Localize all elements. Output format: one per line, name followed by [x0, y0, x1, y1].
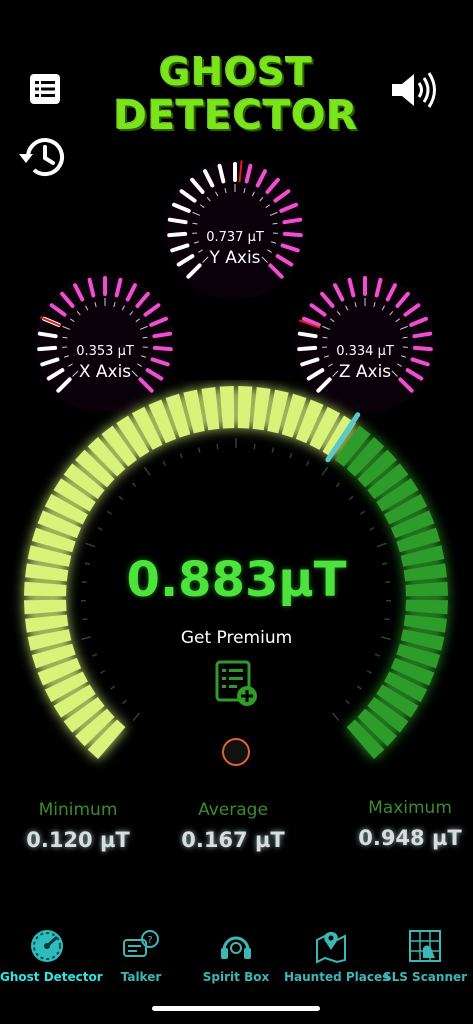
chat-question-icon: ?: [123, 930, 159, 957]
gauge-minor-tick: [162, 460, 167, 466]
z-axis-label: Z Axis: [338, 362, 392, 382]
gauge-minor-tick: [356, 685, 362, 690]
nav-label: SLS Scanner: [382, 970, 468, 984]
nav-ghost-detector[interactable]: Ghost Detector: [0, 924, 103, 984]
y-axis-label: Y Axis: [209, 248, 261, 268]
maximum-value: 0.948 µT: [358, 826, 462, 850]
minimum-value: 0.120 µT: [26, 828, 130, 852]
gauge-tick: [37, 331, 58, 339]
nav-talker[interactable]: ? Talker: [94, 924, 188, 984]
history-icon[interactable]: [14, 132, 70, 182]
app-title: GHOST DETECTOR: [96, 50, 376, 138]
gauge-minor-tick: [366, 670, 372, 674]
gauge-tick: [282, 217, 303, 225]
average-stat: Average 0.167 µT: [163, 800, 303, 852]
nav-label: Ghost Detector: [0, 970, 103, 984]
app-title-line2: DETECTOR: [113, 93, 359, 139]
gauge-minor-tick: [384, 618, 390, 621]
maximum-stat: Maximum 0.948 µT: [340, 798, 473, 850]
gauge-icon: [31, 930, 63, 962]
gauge-tick: [167, 217, 188, 225]
gauge-minor-tick: [376, 542, 387, 548]
grid-scan-icon: [409, 930, 441, 962]
menu-list-icon[interactable]: [30, 74, 60, 104]
maximum-label: Maximum: [368, 798, 452, 818]
gauge-minor-tick: [374, 653, 380, 657]
y-axis-gauge: 0.737 µT Y Axis: [160, 148, 310, 300]
bottom-nav: Ghost Detector ? Talker Spirit Box Haunt…: [0, 924, 473, 994]
emf-reading: 0.883µT: [126, 552, 347, 608]
home-indicator: [152, 1006, 320, 1011]
gauge-segment: [219, 386, 235, 429]
x-axis-label: X Axis: [78, 362, 132, 382]
nav-label: Haunted Places: [284, 970, 390, 984]
y-axis-value: 0.737 µT: [206, 230, 264, 245]
gauge-minor-tick: [107, 510, 113, 515]
gauge-minor-tick: [321, 466, 329, 476]
gauge-minor-tick: [179, 453, 183, 459]
gauge-minor-tick: [97, 526, 103, 531]
gauge-minor-tick: [100, 670, 106, 674]
gauge-tick: [152, 331, 173, 339]
report-add-icon[interactable]: [214, 660, 260, 708]
nav-haunted-places[interactable]: Haunted Places: [284, 924, 390, 984]
gauge-minor-tick: [131, 482, 137, 488]
gauge-minor-tick: [197, 447, 201, 453]
gauge-minor-tick: [305, 460, 310, 466]
gauge-minor-tick: [271, 447, 275, 453]
gauge-minor-tick: [118, 495, 124, 501]
gauge-segment: [237, 386, 253, 429]
ghost-detector-screen: GHOST DETECTOR 0.737 µT Y Axis 0.353 µT …: [0, 0, 473, 1024]
gauge-minor-tick: [345, 699, 350, 705]
gauge-minor-tick: [85, 542, 96, 548]
gauge-segment: [201, 387, 220, 431]
average-label: Average: [198, 800, 268, 820]
nav-label: Spirit Box: [202, 970, 270, 984]
nav-sls-scanner[interactable]: SLS Scanner: [378, 924, 472, 984]
nav-spirit-box[interactable]: Spirit Box: [189, 924, 283, 984]
minimum-label: Minimum: [38, 800, 118, 820]
average-value: 0.167 µT: [181, 828, 285, 852]
gauge-minor-tick: [132, 712, 141, 722]
gauge-minor-tick: [359, 510, 365, 515]
gauge-minor-tick: [369, 526, 375, 531]
z-axis-value: 0.334 µT: [336, 344, 394, 359]
record-button[interactable]: [222, 738, 250, 766]
gauge-minor-tick: [331, 712, 340, 722]
svg-text:?: ?: [147, 935, 152, 946]
nav-label: Talker: [120, 970, 162, 984]
gauge-minor-tick: [348, 495, 354, 501]
gauge-minor-tick: [289, 453, 293, 459]
gauge-minor-tick: [82, 618, 88, 621]
gauge-tick: [412, 331, 433, 339]
app-title-line1: GHOST: [159, 50, 313, 94]
gauge-minor-tick: [253, 444, 256, 450]
headset-icon: [221, 936, 251, 959]
x-axis-value: 0.353 µT: [76, 344, 134, 359]
gauge-minor-tick: [143, 466, 151, 476]
map-pin-icon: [316, 932, 346, 964]
gauge-minor-tick: [110, 685, 116, 690]
gauge-minor-tick: [92, 653, 98, 657]
gauge-minor-tick: [335, 482, 341, 488]
get-premium-link[interactable]: Get Premium: [0, 628, 473, 648]
gauge-segment: [252, 387, 271, 431]
speaker-icon[interactable]: [388, 70, 442, 110]
gauge-minor-tick: [122, 699, 127, 705]
gauge-minor-tick: [216, 444, 219, 450]
minimum-stat: Minimum 0.120 µT: [8, 800, 148, 852]
gauge-tick: [297, 331, 318, 339]
